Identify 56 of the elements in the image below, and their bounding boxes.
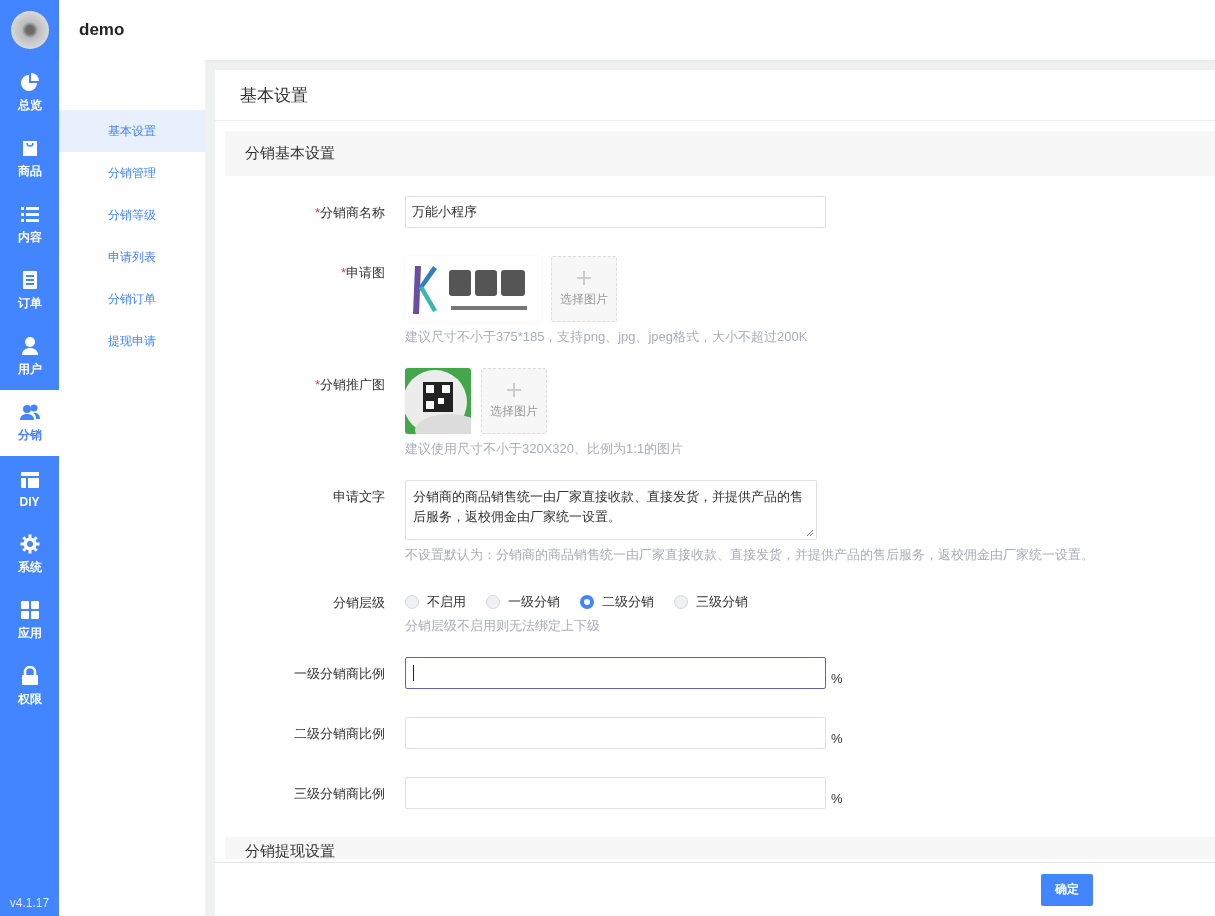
- resize-handle-icon[interactable]: [806, 529, 814, 537]
- nav-item[interactable]: 订单: [0, 258, 59, 324]
- lock-icon: [19, 666, 40, 686]
- submenu-item[interactable]: 分销管理: [59, 152, 205, 194]
- field-label: 一级分销商比例: [293, 665, 386, 683]
- user-icon: [19, 336, 40, 356]
- nav-item[interactable]: 用户: [0, 324, 59, 390]
- hint-text: 建议使用尺寸不小于320X320、比例为1:1的图片: [405, 440, 685, 458]
- nav-item[interactable]: 总览: [0, 60, 59, 126]
- field-label: 二级分销商比例: [293, 725, 386, 743]
- confirm-button[interactable]: 确定: [1041, 873, 1093, 906]
- upload-button[interactable]: 选择图片: [551, 256, 617, 322]
- nav-item[interactable]: 分销: [0, 390, 59, 456]
- list-icon: [19, 204, 40, 224]
- avatar-icon: [10, 11, 49, 49]
- submenu-item[interactable]: 申请列表: [59, 236, 205, 278]
- radio-option[interactable]: 二级分销: [580, 593, 654, 611]
- nav-item[interactable]: 系统: [0, 522, 59, 588]
- pie-chart-icon: [19, 72, 40, 92]
- unit-label: %: [831, 671, 843, 688]
- layout-icon: [19, 469, 40, 490]
- unit-label: %: [831, 791, 843, 808]
- grid-icon: [19, 600, 40, 620]
- radio-button[interactable]: [580, 595, 594, 609]
- input-field[interactable]: [405, 657, 826, 689]
- radio-option[interactable]: 一级分销: [486, 593, 560, 611]
- version-label: v4.1.17: [8, 896, 51, 912]
- submenu-item[interactable]: 提现申请: [59, 320, 205, 362]
- unit-label: %: [831, 731, 843, 748]
- field-label: 三级分销商比例: [293, 785, 386, 803]
- page-title: 基本设置: [215, 70, 1215, 121]
- upload-button[interactable]: 选择图片: [481, 368, 547, 434]
- field-label: 分销层级: [332, 594, 386, 612]
- field-label: 申请文字: [332, 488, 386, 506]
- hint-text: 分销层级不启用则无法绑定上下级: [405, 617, 601, 635]
- nav-item[interactable]: 权限: [0, 654, 59, 720]
- input-field[interactable]: 万能小程序: [405, 196, 826, 228]
- text-area[interactable]: 分销商的商品销售统一由厂家直接收款、直接发货，并提供产品的售后服务，返校佣金由厂家统一设置。: [405, 480, 817, 540]
- submenu-item[interactable]: 分销订单: [59, 278, 205, 320]
- field-label: *申请图: [339, 264, 386, 282]
- nav-item[interactable]: 内容: [0, 192, 59, 258]
- nav-item[interactable]: DIY: [0, 456, 59, 522]
- submenu-item[interactable]: 基本设置: [59, 110, 205, 152]
- radio-option[interactable]: 三级分销: [674, 593, 748, 611]
- hint-text: 建议尺寸不小于375*185，支持png、jpg、jpeg格式，大小不超过200K: [405, 328, 809, 346]
- radio-option[interactable]: 不启用: [405, 593, 466, 611]
- field-label: *分销商名称: [313, 204, 386, 222]
- users-icon: [19, 402, 40, 422]
- app-title: demo: [79, 20, 125, 40]
- section-title: 分销基本设置: [245, 144, 335, 161]
- field-label: *分销推广图: [313, 376, 386, 394]
- nav-item[interactable]: 商品: [0, 126, 59, 192]
- section-title: 分销提现设置: [245, 842, 335, 859]
- nav-item[interactable]: 应用: [0, 588, 59, 654]
- settings-icon: [19, 534, 40, 554]
- submenu-item[interactable]: 分销等级: [59, 194, 205, 236]
